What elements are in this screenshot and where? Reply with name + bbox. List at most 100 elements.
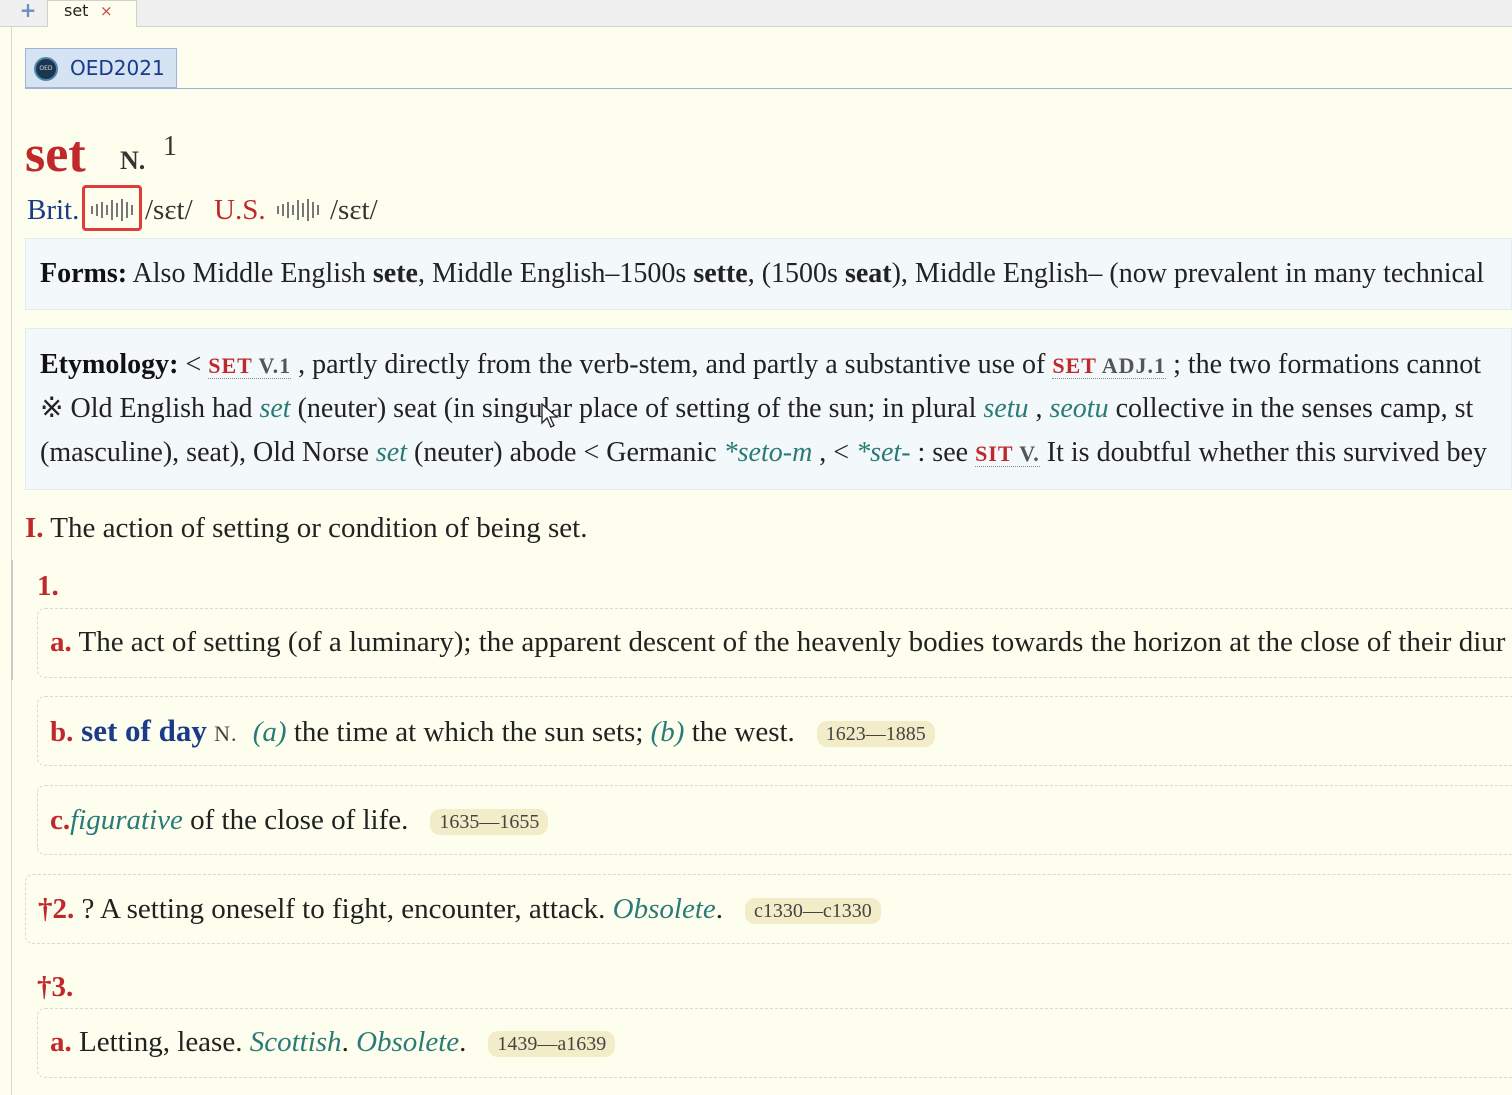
sense-3a: a. Letting, lease. Scottish. Obsolete. 14… [37,1008,1512,1078]
sense-1a: a. The act of setting (of a luminary); t… [37,608,1512,678]
part-of-speech: N. [120,146,146,175]
etymon: *seto-m [723,437,813,468]
homograph-number: 1 [163,131,177,162]
usage-label: figurative [70,804,183,836]
sense-3-number: †3. [37,967,73,1007]
sense-2-line: †2. ? A setting oneself to fight, encoun… [38,889,881,929]
definition: Letting, lease. [71,1026,250,1058]
note-mark-icon: ※ [40,393,64,424]
xref-sub: ADJ.1 [1096,353,1167,378]
definition: the time at which the sun sets; [286,716,651,748]
etymology-text: collective in the senses camp, st [1108,393,1474,424]
tab-set[interactable]: set × [47,0,137,27]
form-variant: sette [693,258,748,289]
section-heading: I. The action of setting or condition of… [25,508,587,548]
sense-letter: b. [50,716,74,748]
sense-1c-line: c.figurative of the close of life. 1635—1… [50,800,549,840]
definition: ? A setting oneself to fight, encounter,… [74,893,613,925]
close-icon[interactable]: × [100,1,113,21]
phrase: set of day [73,713,207,748]
oed-logo-icon: OED [34,57,58,81]
etymology-text: (masculine), seat), Old Norse [40,437,376,468]
etymology-text: It is doubtful whether this survived bey [1039,437,1487,468]
usage-label: Obsolete [612,893,716,925]
sense-1-number: 1. [37,566,59,606]
section-text: The action of setting or condition of be… [43,512,588,544]
brit-ipa: /sɛt/ [145,194,193,226]
xref-set-verb[interactable]: SET V.1 [208,353,292,379]
xref-word: SET [208,353,253,378]
sense-1c: c.figurative of the close of life. 1635—1… [37,785,1512,855]
etymon: set [259,393,291,424]
forms-label: Forms: [40,258,128,289]
xref-word: SET [1052,353,1097,378]
dictionary-badge[interactable]: OED OED2021 [25,48,177,88]
forms-text: , Middle English–1500s [417,258,694,289]
etymology-text: (neuter) abode < Germanic [407,437,724,468]
sense-number: †2. [38,893,75,925]
etymon: seotu [1049,393,1109,424]
date-range-badge[interactable]: c1330—c1330 [745,898,881,925]
etymology-line-1: Etymology: < SET V.1 , partly directly f… [40,345,1481,386]
usage-label: Scottish [249,1026,342,1058]
scrollbar[interactable] [11,560,13,680]
dictionary-header: OED OED2021 [25,48,1512,89]
definition: of the close of life. [182,804,409,836]
phrase-pos: N. [214,721,238,746]
sense-letter: c. [50,804,71,836]
sense-2: †2. ? A setting oneself to fight, encoun… [25,874,1512,944]
etymology-text: ; the two formations cannot [1166,349,1481,380]
plus-icon[interactable]: + [14,0,42,21]
xref-sub: V.1 [252,353,292,378]
sense-3a-line: a. Letting, lease. Scottish. Obsolete. 14… [50,1022,616,1062]
audio-us-icon[interactable] [277,195,321,225]
brit-label: Brit. [27,194,80,226]
subsense-marker: (a) [252,716,287,748]
sense-number: †3. [37,971,74,1003]
etymology-text: , [1028,393,1050,424]
etymon: *set- [856,437,911,468]
forms-text: , (1500s [747,258,845,289]
date-range-badge[interactable]: 1635—1655 [430,809,549,836]
etymon: set [375,437,407,468]
xref-sit-verb[interactable]: SIT V. [975,441,1040,467]
xref-set-adj[interactable]: SET ADJ.1 [1052,353,1167,379]
definition: The act of setting (of a luminary); the … [71,626,1506,658]
tab-bar: + set × [0,0,1512,27]
forms-text: ), Middle English– (now prevalent in man… [891,258,1485,289]
forms-text: Also Middle English [132,258,373,289]
form-variant: seat [844,258,892,289]
subsense-marker: (b) [650,716,685,748]
etymology-text: , < [812,437,857,468]
headword: set [25,126,86,183]
punctuation: . [341,1026,357,1058]
etymology-label: Etymology: [40,349,179,380]
us-ipa: /sɛt/ [330,194,378,226]
etymon: setu [983,393,1029,424]
etymology-line-2: ※ Old English had set (neuter) seat (in … [40,389,1473,429]
punctuation: . [715,893,724,925]
form-variant: sete [372,258,418,289]
definition: the west. [684,716,795,748]
xref-word: SIT [975,441,1014,466]
audio-brit-icon[interactable] [91,195,135,225]
etymology-text: Old English had [63,393,260,424]
forms-section: Forms: Also Middle English sete, Middle … [25,238,1512,310]
sense-1b: b. set of day N. (a) the time at which t… [37,696,1512,766]
date-range-badge[interactable]: 1439—a1639 [488,1031,616,1058]
punctuation: . [459,1026,467,1058]
sense-number: 1. [37,570,59,602]
etymology-text: , partly directly from the verb-stem, an… [291,349,1053,380]
tab-title: set [64,1,89,20]
xref-sub: V. [1013,441,1040,466]
etymology-text: (neuter) seat (in singular place of sett… [290,393,984,424]
sense-1b-line: b. set of day N. (a) the time at which t… [50,711,935,754]
sense-letter: a. [50,626,72,658]
dictionary-name: OED2021 [70,56,165,80]
etymology-section: Etymology: < SET V.1 , partly directly f… [25,328,1512,490]
sense-letter: a. [50,1026,72,1058]
us-label: U.S. [214,194,266,226]
etymology-text: : see [910,437,976,468]
etymology-line-3: (masculine), seat), Old Norse set (neute… [40,433,1487,474]
date-range-badge[interactable]: 1623—1885 [816,721,935,748]
